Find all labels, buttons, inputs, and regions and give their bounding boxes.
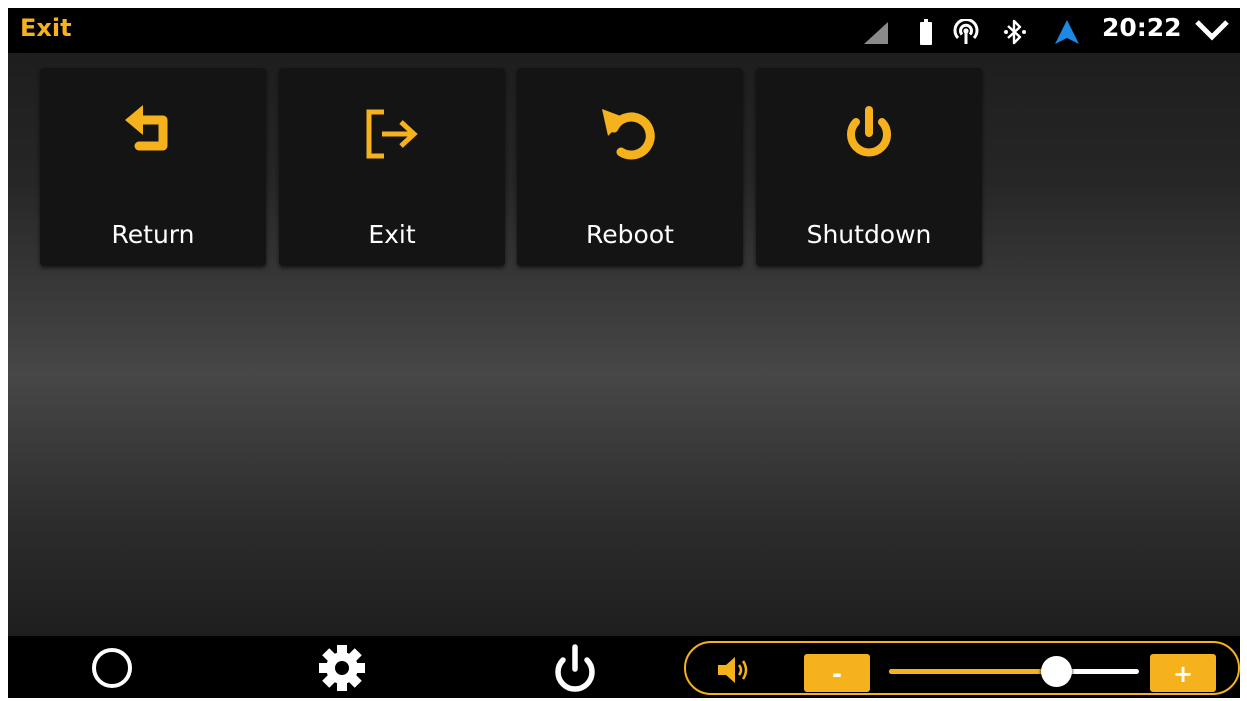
volume-slider-fill xyxy=(889,669,1057,674)
return-arrow-icon xyxy=(123,104,183,168)
bottom-bar: - + xyxy=(8,636,1240,698)
reboot-button[interactable]: Reboot xyxy=(517,68,743,266)
power-icon xyxy=(839,104,899,168)
shutdown-label: Shutdown xyxy=(806,220,932,249)
volume-up-button[interactable]: + xyxy=(1150,654,1216,692)
shutdown-button[interactable]: Shutdown xyxy=(756,68,982,266)
cellular-signal-icon xyxy=(864,22,888,48)
status-clock: 20:22 xyxy=(1102,13,1182,42)
volume-slider-thumb[interactable] xyxy=(1041,656,1072,687)
chevron-down-icon[interactable] xyxy=(1194,18,1230,46)
settings-gear-icon[interactable] xyxy=(318,644,366,696)
return-button[interactable]: Return xyxy=(40,68,266,266)
speaker-icon[interactable] xyxy=(716,655,752,689)
power-icon[interactable] xyxy=(549,643,601,698)
volume-down-button[interactable]: - xyxy=(804,654,870,692)
exit-door-icon xyxy=(362,104,422,168)
reboot-label: Reboot xyxy=(586,220,674,249)
navigation-icon xyxy=(1054,19,1080,49)
volume-control: - + xyxy=(684,641,1240,695)
home-circle-icon[interactable] xyxy=(90,646,134,694)
bluetooth-icon xyxy=(1004,19,1026,49)
app-title: Exit xyxy=(20,14,72,42)
reboot-icon xyxy=(600,104,660,168)
exit-label: Exit xyxy=(368,220,416,249)
exit-button[interactable]: Exit xyxy=(279,68,505,266)
return-label: Return xyxy=(111,220,195,249)
hotspot-icon xyxy=(953,18,979,49)
screen: Exit 20:22 Return Exit Reboot Shutdown -… xyxy=(8,8,1240,698)
status-bar: Exit 20:22 xyxy=(8,8,1240,53)
battery-icon xyxy=(920,19,932,49)
volume-slider[interactable] xyxy=(889,656,1139,687)
